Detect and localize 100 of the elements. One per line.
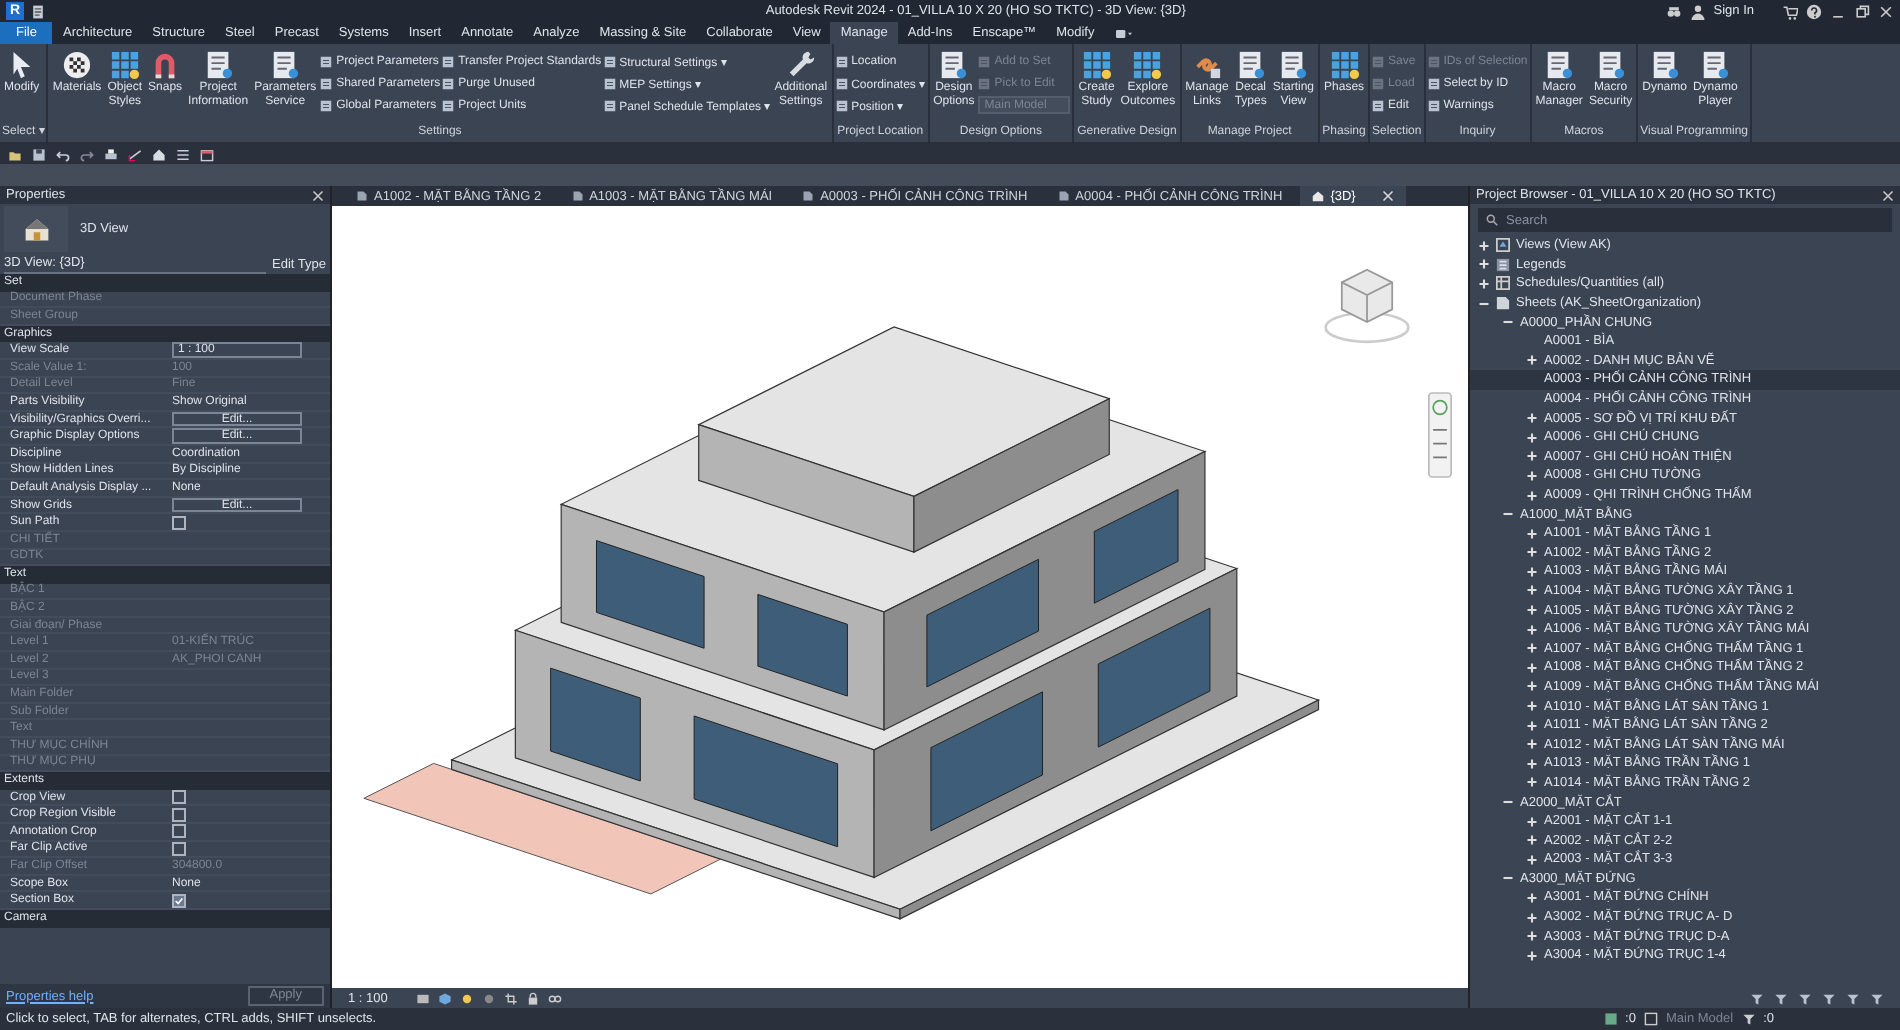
expand-icon[interactable]	[1526, 469, 1538, 482]
collapse-icon[interactable]	[1502, 872, 1514, 885]
expand-icon[interactable]	[1526, 815, 1538, 828]
expand-icon[interactable]	[1526, 719, 1538, 732]
document-icon	[1235, 50, 1266, 80]
sheet-icon	[1057, 190, 1070, 202]
expand-icon[interactable]	[1526, 738, 1538, 751]
expand-icon[interactable]	[1526, 623, 1538, 636]
expand-icon[interactable]	[1526, 911, 1538, 924]
document-icon	[835, 99, 848, 111]
grid-icon	[1081, 50, 1112, 80]
expand-icon[interactable]	[1526, 700, 1538, 713]
binoculars-icon[interactable]	[1665, 3, 1682, 19]
collapse-icon[interactable]	[1478, 297, 1490, 310]
checkbox[interactable]	[172, 824, 186, 839]
cart-icon[interactable]	[1782, 3, 1798, 19]
print-icon[interactable]	[104, 147, 118, 161]
navigation-bar[interactable]	[1428, 390, 1452, 480]
grid-icon	[109, 50, 140, 80]
checkbox[interactable]	[172, 841, 186, 856]
expand-icon[interactable]	[1526, 949, 1538, 962]
document-icon	[203, 50, 234, 80]
expand-icon[interactable]	[1526, 527, 1538, 540]
table-icon	[1496, 276, 1510, 291]
expand-icon[interactable]	[1526, 891, 1538, 904]
document-icon	[835, 77, 848, 89]
restore-icon[interactable]	[1854, 3, 1870, 19]
save-icon[interactable]	[32, 147, 46, 161]
expand-icon[interactable]	[1526, 450, 1538, 463]
expand-icon[interactable]	[1526, 661, 1538, 674]
checkbox[interactable]	[172, 515, 186, 530]
expand-icon[interactable]	[1526, 642, 1538, 655]
document-icon	[1649, 50, 1680, 80]
expand-icon[interactable]	[1478, 277, 1490, 290]
expand-icon[interactable]	[1526, 546, 1538, 559]
legend-icon	[1496, 257, 1510, 272]
close-icon[interactable]	[1878, 3, 1894, 19]
expand-icon[interactable]	[1526, 412, 1538, 425]
collapse-icon[interactable]	[1502, 508, 1514, 521]
glasses-icon[interactable]	[547, 991, 562, 1005]
document-icon	[1372, 99, 1385, 111]
collapse-icon[interactable]	[1502, 316, 1514, 329]
document-icon	[320, 77, 333, 89]
expand-icon[interactable]	[1526, 680, 1538, 693]
document-icon	[1372, 77, 1385, 89]
contextual-tab-icon[interactable]	[1116, 25, 1133, 41]
checkbox[interactable]	[172, 807, 186, 822]
crop-icon[interactable]	[503, 991, 518, 1005]
expand-icon[interactable]	[1526, 565, 1538, 578]
shadow-icon[interactable]	[481, 991, 496, 1005]
sun-icon[interactable]	[459, 991, 474, 1005]
document-icon	[442, 77, 455, 89]
expand-icon[interactable]	[1526, 930, 1538, 943]
sheet-icon	[1496, 296, 1510, 311]
3d-viewport[interactable]	[332, 206, 1468, 988]
expand-icon[interactable]	[1526, 757, 1538, 770]
document-icon	[270, 50, 301, 80]
expand-icon[interactable]	[1526, 354, 1538, 367]
close-icon[interactable]	[312, 189, 324, 201]
document-icon	[442, 99, 455, 111]
help-icon[interactable]	[1806, 3, 1822, 19]
user-icon[interactable]	[1689, 3, 1706, 19]
search-icon	[1486, 214, 1498, 226]
worksets-icon[interactable]	[1603, 1012, 1618, 1026]
document-icon	[442, 55, 455, 67]
close-icon[interactable]	[1882, 189, 1894, 201]
document-icon	[938, 50, 969, 80]
document-icon	[1427, 99, 1440, 111]
document-icon	[1372, 55, 1385, 67]
close-icon[interactable]	[1381, 190, 1394, 202]
expand-icon[interactable]	[1526, 604, 1538, 617]
expand-icon[interactable]	[1478, 239, 1490, 252]
list-icon[interactable]	[176, 147, 190, 161]
measure-icon[interactable]	[128, 147, 142, 161]
document-icon	[1278, 50, 1309, 80]
checkbox[interactable]	[172, 790, 186, 805]
lock-icon[interactable]	[525, 991, 540, 1005]
checkbox[interactable]	[172, 893, 186, 908]
document-icon	[1595, 50, 1626, 80]
undo-icon[interactable]	[56, 147, 70, 161]
redo-icon[interactable]	[80, 147, 94, 161]
document-icon	[603, 99, 616, 111]
document-icon	[320, 55, 333, 67]
collapse-icon[interactable]	[1502, 796, 1514, 809]
document-icon	[1427, 55, 1440, 67]
window-icon[interactable]	[200, 147, 214, 161]
expand-icon[interactable]	[1526, 776, 1538, 789]
house-icon	[23, 216, 49, 242]
expand-icon[interactable]	[1478, 258, 1490, 271]
document-icon[interactable]	[30, 3, 46, 19]
document-icon	[603, 55, 616, 67]
wrench-icon	[785, 50, 816, 80]
expand-icon[interactable]	[1526, 853, 1538, 866]
filter-icon[interactable]	[1741, 1012, 1756, 1026]
document-icon	[603, 77, 616, 89]
expand-icon[interactable]	[1526, 431, 1538, 444]
expand-icon[interactable]	[1526, 834, 1538, 847]
expand-icon[interactable]	[1526, 489, 1538, 502]
expand-icon[interactable]	[1526, 584, 1538, 597]
document-icon	[978, 55, 991, 67]
